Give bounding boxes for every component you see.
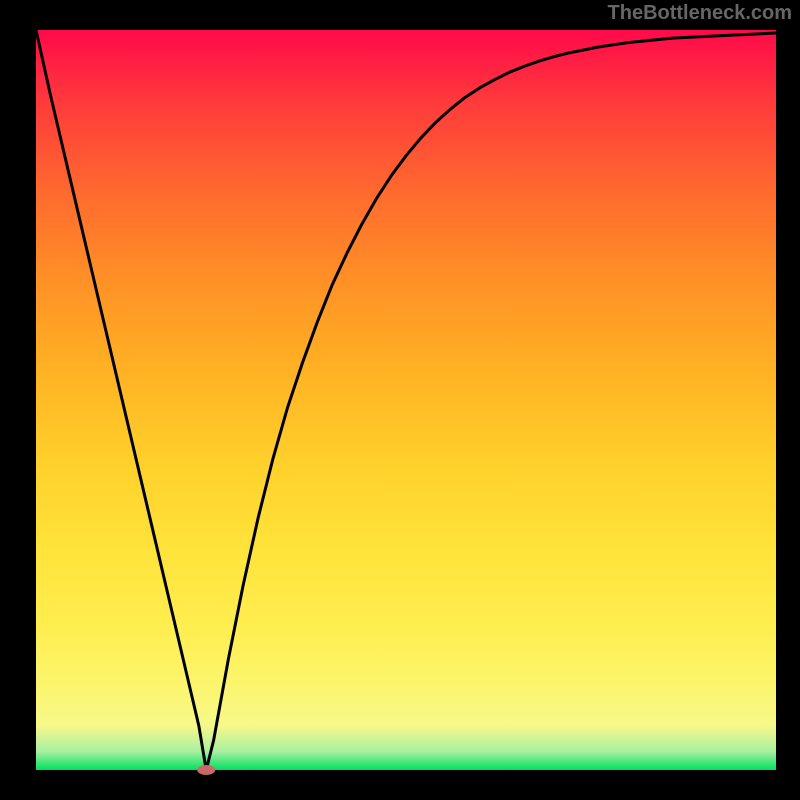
chart-svg	[0, 0, 800, 800]
bottleneck-chart: TheBottleneck.com	[0, 0, 800, 800]
watermark-text: TheBottleneck.com	[608, 2, 792, 25]
